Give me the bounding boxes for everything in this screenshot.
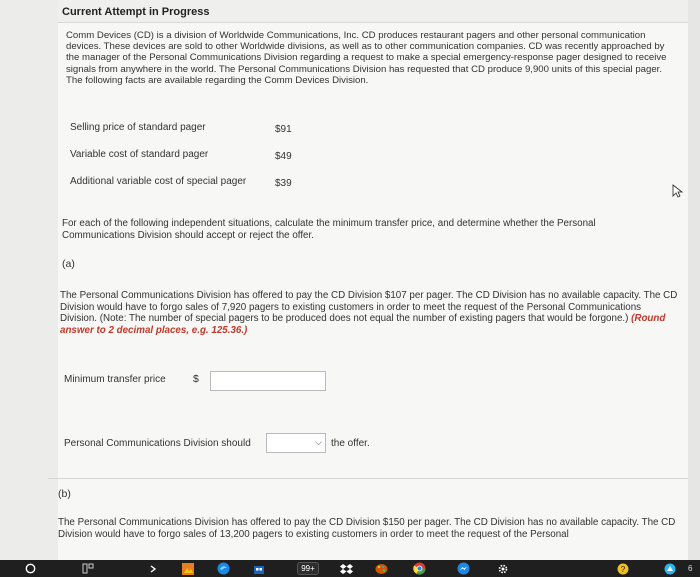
minimum-transfer-price-label: Minimum transfer price	[64, 374, 166, 385]
part-a-label: (a)	[62, 258, 75, 270]
fact-value: $49	[275, 151, 292, 162]
part-b-label: (b)	[58, 488, 71, 500]
fact-label: Additional variable cost of special page…	[70, 176, 247, 187]
accept-reject-select[interactable]: ⌵	[266, 433, 326, 453]
fact-value: $39	[275, 178, 292, 189]
paint-app-icon[interactable]	[373, 561, 389, 576]
part-b-text: The Personal Communications Division has…	[58, 517, 676, 540]
start-circle-icon[interactable]	[22, 561, 38, 576]
task-view-icon[interactable]	[80, 561, 96, 576]
messenger-app-icon[interactable]	[455, 561, 471, 576]
terminal-app-icon[interactable]	[146, 561, 162, 576]
problem-intro: Comm Devices (CD) is a division of World…	[66, 30, 667, 86]
settings-gear-icon[interactable]	[495, 561, 511, 576]
tray-clock-fragment: 6	[688, 564, 693, 573]
fact-row: Selling price of standard pager $91	[70, 122, 370, 149]
chrome-browser-icon[interactable]	[411, 561, 427, 576]
currency-symbol: $	[193, 373, 199, 385]
chevron-down-icon: ⌵	[315, 437, 322, 447]
help-icon[interactable]: ?	[615, 561, 631, 576]
part-a-text: The Personal Communications Division has…	[60, 290, 680, 336]
attempt-header: Current Attempt in Progress	[58, 0, 688, 23]
tray-app-icon[interactable]	[662, 561, 678, 576]
part-a-description: The Personal Communications Division has…	[60, 290, 678, 324]
fact-row: Variable cost of standard pager $49	[70, 149, 370, 176]
notification-badge[interactable]: 99+	[297, 562, 319, 575]
dropbox-icon[interactable]	[338, 561, 354, 576]
fact-label: Variable cost of standard pager	[70, 149, 209, 160]
photos-app-icon[interactable]	[180, 561, 196, 576]
division-should-label: Personal Communications Division should	[64, 438, 251, 449]
offer-suffix: the offer.	[331, 438, 370, 449]
instructions-text: For each of the following independent si…	[62, 218, 596, 241]
facts-table: Selling price of standard pager $91 Vari…	[70, 122, 370, 203]
fact-label: Selling price of standard pager	[70, 122, 206, 133]
question-page: Current Attempt in Progress Comm Devices…	[0, 0, 700, 560]
svg-text:?: ?	[621, 565, 626, 574]
mouse-cursor-icon	[672, 184, 684, 198]
fact-value: $91	[275, 124, 292, 135]
minimum-transfer-price-input[interactable]	[210, 371, 326, 391]
edge-browser-icon[interactable]	[215, 561, 231, 576]
attempt-status-title: Current Attempt in Progress	[62, 6, 210, 18]
section-divider	[48, 478, 688, 479]
taskbar: 99+ ? 6	[0, 560, 700, 577]
store-app-icon[interactable]	[251, 561, 267, 576]
fact-row: Additional variable cost of special page…	[70, 176, 370, 203]
